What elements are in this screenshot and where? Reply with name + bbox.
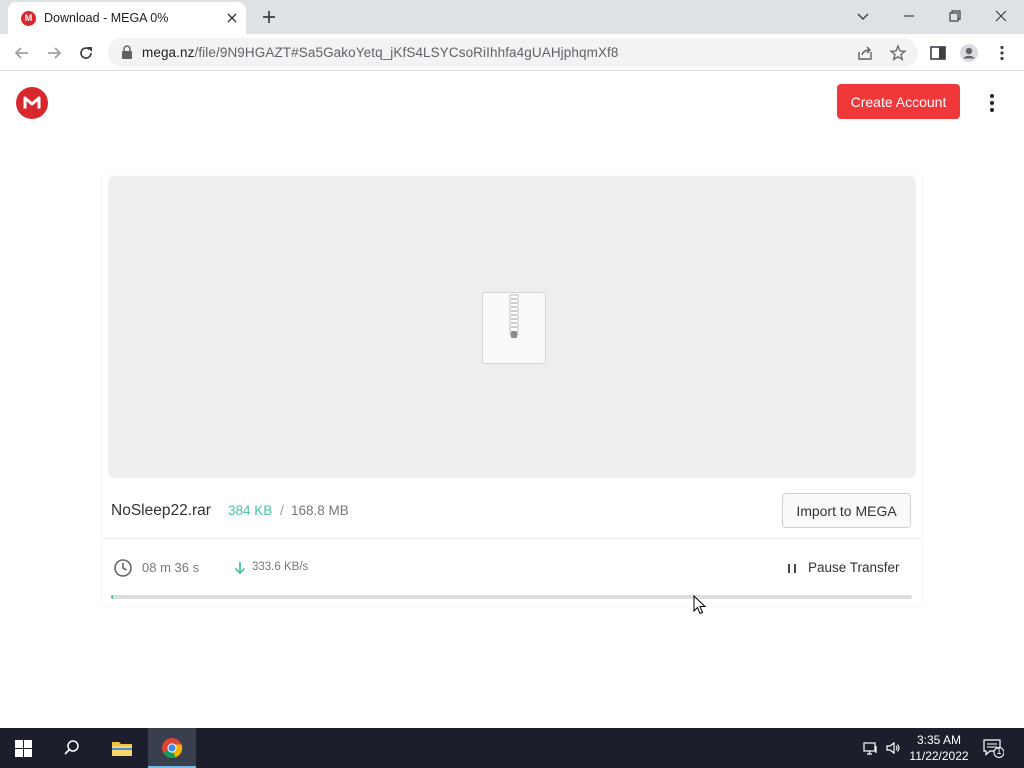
download-progress-bar (111, 595, 912, 599)
divider (103, 538, 921, 539)
search-icon (64, 740, 79, 755)
profile-avatar-icon[interactable] (959, 43, 979, 63)
time-remaining: 08 m 36 s (142, 560, 200, 575)
windows-taskbar: 3:35 AM 11/22/2022 1 (0, 728, 1024, 768)
forward-arrow-icon[interactable] (44, 43, 64, 63)
create-account-button[interactable]: Create Account (837, 84, 960, 119)
clock-icon (114, 559, 132, 577)
page-menu-icon[interactable] (982, 92, 1002, 114)
downloaded-size: 384 KB (228, 503, 273, 518)
size-separator: / (280, 503, 284, 518)
browser-tab-strip: M Download - MEGA 0% (0, 0, 1024, 34)
browser-menu-icon[interactable] (992, 43, 1012, 63)
import-to-mega-button[interactable]: Import to MEGA (782, 493, 911, 528)
address-bar[interactable]: mega.nz/file/9N9HGAZT#Sa5GakoYetq_jKfS4L… (108, 38, 918, 67)
total-size: 168.8 MB (291, 503, 349, 518)
restore-icon[interactable] (945, 6, 965, 26)
folder-icon (112, 742, 132, 756)
chrome-icon (162, 738, 183, 759)
download-arrow-icon (234, 562, 246, 575)
network-icon[interactable] (863, 740, 879, 756)
transfer-speed: 333.6 KB/s (252, 561, 309, 573)
volume-icon[interactable] (885, 740, 901, 756)
close-window-icon[interactable] (991, 6, 1011, 26)
url-text[interactable]: mega.nz/file/9N9HGAZT#Sa5GakoYetq_jKfS4L… (142, 45, 619, 60)
clock-time: 3:35 AM (916, 733, 962, 747)
url-path: /file/9N9HGAZT#Sa5GakoYetq_jKfS4LSYCsoRi… (194, 45, 619, 60)
download-card: NoSleep22.rar 384 KB / 168.8 MB Import t… (103, 172, 921, 606)
file-explorer-button[interactable] (98, 728, 146, 768)
back-arrow-icon[interactable] (12, 43, 32, 63)
clock-date: 11/22/2022 (909, 749, 969, 763)
search-button[interactable] (48, 728, 96, 768)
progress-fill (111, 595, 113, 599)
file-name: NoSleep22.rar (111, 502, 211, 519)
notification-count: 1 (996, 746, 1002, 756)
url-host: mega.nz (142, 45, 195, 60)
bookmark-star-icon[interactable] (889, 44, 907, 62)
browser-tab[interactable]: M Download - MEGA 0% (8, 2, 246, 34)
share-icon[interactable] (856, 44, 874, 62)
minimize-icon[interactable] (899, 6, 919, 26)
mega-logo[interactable] (16, 87, 48, 119)
tab-search-chevron-icon[interactable] (853, 6, 873, 26)
mega-logo-icon (23, 96, 41, 109)
file-preview-area (108, 176, 916, 478)
notification-center-button[interactable]: 1 (982, 738, 1005, 758)
mega-favicon-icon: M (21, 11, 36, 26)
new-tab-icon[interactable] (260, 8, 278, 26)
chrome-taskbar-button[interactable] (148, 728, 196, 768)
reload-icon[interactable] (76, 43, 96, 63)
pause-transfer-button[interactable]: Pause Transfer (808, 560, 900, 575)
side-panel-icon[interactable] (928, 43, 948, 63)
close-tab-icon[interactable] (224, 10, 240, 26)
mouse-cursor-icon (693, 595, 707, 615)
taskbar-clock[interactable]: 3:35 AM 11/22/2022 (906, 732, 972, 764)
browser-toolbar: mega.nz/file/9N9HGAZT#Sa5GakoYetq_jKfS4L… (0, 34, 1024, 71)
lock-icon[interactable] (120, 45, 134, 60)
windows-logo-icon (15, 740, 32, 757)
start-button[interactable] (0, 728, 48, 768)
pause-icon[interactable] (786, 562, 798, 575)
archive-file-icon (482, 292, 546, 364)
tab-title: Download - MEGA 0% (44, 11, 169, 25)
